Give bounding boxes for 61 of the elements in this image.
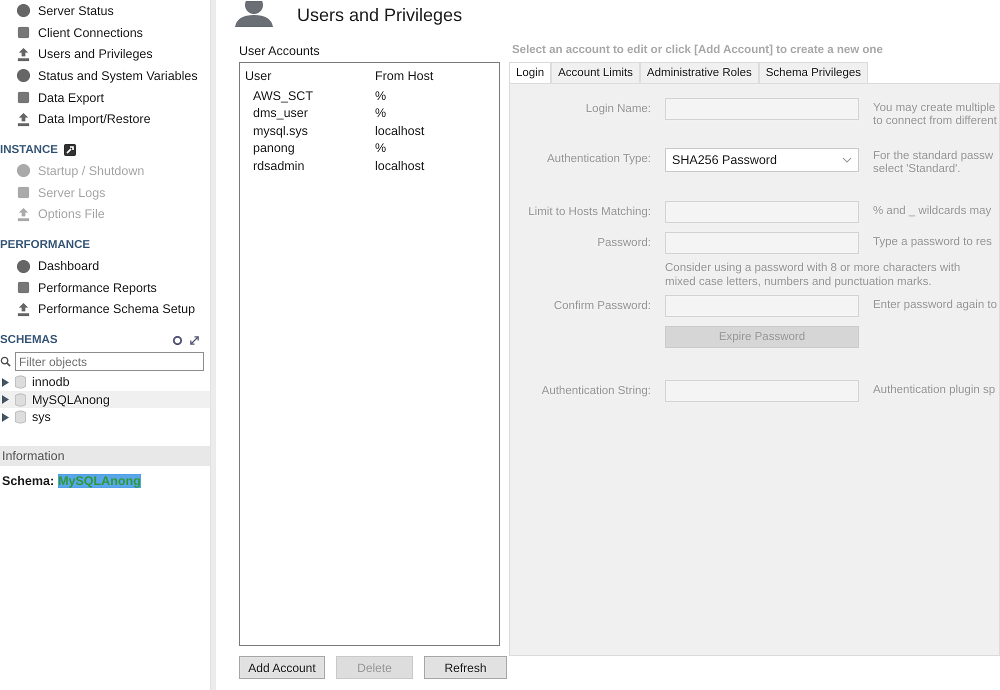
search-icon bbox=[0, 356, 11, 368]
instruction-text: Select an account to edit or click [Add Account] to create a new one bbox=[511, 44, 884, 58]
host-cell[interactable]: localhost bbox=[369, 124, 424, 138]
user-cell[interactable]: rdsadmin bbox=[240, 158, 369, 173]
field-label: Password: bbox=[596, 236, 651, 251]
database-icon bbox=[15, 375, 26, 389]
sidebar-item[interactable]: Performance Reports bbox=[0, 276, 210, 299]
expand-icon[interactable] bbox=[189, 334, 200, 346]
sidebar-item[interactable]: Status and System Variables bbox=[0, 65, 210, 87]
schema-item[interactable]: sys bbox=[0, 408, 210, 426]
action-button[interactable]: Add Account bbox=[239, 656, 325, 679]
hint-text: Authentication plugin sp bbox=[873, 383, 996, 397]
hint-text: % and _ wildcards may bbox=[873, 204, 992, 218]
schema-label: Schema: bbox=[2, 474, 54, 488]
schema-name: sys bbox=[32, 410, 51, 424]
host-cell[interactable]: localhost bbox=[369, 158, 424, 173]
hint-text: You may create multiple to connect from different bbox=[873, 101, 997, 128]
sidebar-item[interactable]: Users and Privileges bbox=[0, 43, 210, 66]
user-cell[interactable]: panong bbox=[240, 141, 369, 156]
host-cell[interactable]: % bbox=[369, 88, 386, 103]
section-label: User Accounts bbox=[239, 44, 321, 60]
field-label: Limit to Hosts Matching: bbox=[527, 205, 651, 220]
section-heading: SCHEMAS bbox=[0, 334, 58, 346]
tab[interactable]: Login bbox=[509, 62, 552, 83]
hint-text: Type a password to res bbox=[873, 235, 992, 249]
user-cell[interactable]: AWS_SCT bbox=[240, 88, 369, 103]
sidebar-item[interactable]: Dashboard bbox=[0, 255, 210, 277]
hint-text: For the standard passw select 'Standard'. bbox=[873, 149, 994, 176]
schema-item[interactable]: innodb bbox=[0, 373, 210, 391]
sidebar-item[interactable]: Client Connections bbox=[0, 22, 210, 44]
database-icon bbox=[15, 410, 26, 424]
information-header: Information bbox=[0, 446, 210, 466]
filter-field[interactable]: Filter objects bbox=[15, 352, 204, 372]
sidebar-item[interactable]: Data Export bbox=[0, 86, 210, 108]
column-header[interactable]: User bbox=[240, 69, 369, 83]
field-label: Login Name: bbox=[584, 102, 651, 117]
tab[interactable]: Account Limits bbox=[551, 62, 640, 83]
action-button[interactable]: Refresh bbox=[424, 656, 507, 679]
page-title: Users and Privileges bbox=[297, 4, 462, 27]
hint-text: Enter password again to bbox=[873, 298, 998, 312]
hint-text: Consider using a password with 8 or more characters with mixed case letters, numbers and punctuation marks. bbox=[665, 261, 960, 289]
tab[interactable]: Schema Privileges bbox=[758, 62, 868, 83]
user-cell[interactable]: dms_user bbox=[240, 106, 369, 120]
field-label: Authentication String: bbox=[540, 384, 651, 399]
host-cell[interactable]: % bbox=[369, 141, 386, 156]
schema-name: MySQLAnong bbox=[32, 392, 110, 406]
sidebar-item[interactable]: Server Status bbox=[0, 0, 210, 22]
host-cell[interactable]: % bbox=[369, 106, 386, 120]
field-label: Confirm Password: bbox=[552, 299, 651, 314]
field-label: Authentication Type: bbox=[546, 152, 651, 167]
sidebar-item[interactable]: Performance Schema Setup bbox=[0, 298, 210, 320]
user-cell[interactable]: mysql.sys bbox=[240, 124, 369, 138]
database-icon bbox=[15, 392, 26, 406]
schema-name: innodb bbox=[32, 375, 70, 389]
sidebar-item[interactable]: Data Import/Restore bbox=[0, 108, 210, 130]
column-header[interactable]: From Host bbox=[369, 69, 434, 83]
schema-value: MySQLAnong bbox=[58, 474, 141, 488]
schema-item[interactable]: MySQLAnong bbox=[0, 390, 210, 408]
section-heading: PERFORMANCE bbox=[0, 239, 90, 252]
section-heading: INSTANCE bbox=[0, 144, 58, 156]
tab[interactable]: Administrative Roles bbox=[640, 62, 759, 83]
